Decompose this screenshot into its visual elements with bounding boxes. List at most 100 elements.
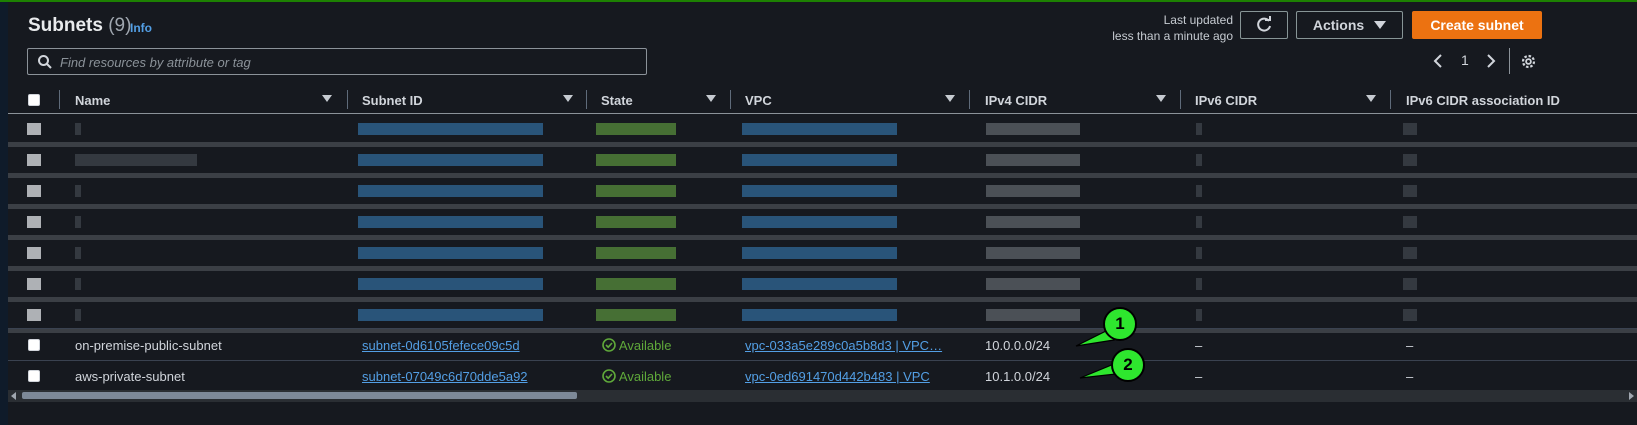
scroll-left-icon[interactable] bbox=[11, 392, 16, 400]
redacted-block bbox=[986, 216, 1080, 228]
col-separator bbox=[969, 90, 970, 109]
redacted-block bbox=[596, 278, 676, 290]
sort-ipv6-icon[interactable] bbox=[1366, 95, 1376, 102]
redacted-block bbox=[358, 309, 543, 321]
create-subnet-button[interactable]: Create subnet bbox=[1412, 11, 1542, 39]
redacted-block bbox=[1196, 278, 1202, 290]
redacted-block bbox=[742, 154, 897, 166]
settings-gear-icon[interactable] bbox=[1520, 53, 1537, 70]
redacted-block bbox=[596, 185, 676, 197]
column-ipv6-cidr[interactable]: IPv6 CIDR bbox=[1195, 93, 1257, 108]
check-circle-icon bbox=[602, 369, 616, 383]
info-link[interactable]: Info bbox=[130, 21, 152, 35]
current-page[interactable]: 1 bbox=[1461, 52, 1469, 68]
redacted-block bbox=[27, 309, 41, 321]
sort-ipv4-icon[interactable] bbox=[1156, 95, 1166, 102]
redacted-block bbox=[596, 216, 676, 228]
redacted-block bbox=[75, 247, 81, 259]
previous-page-icon[interactable] bbox=[1432, 53, 1444, 69]
redacted-block bbox=[27, 185, 41, 197]
caret-down-icon bbox=[1374, 21, 1387, 29]
col-separator bbox=[1180, 90, 1181, 109]
sort-vpc-icon[interactable] bbox=[945, 95, 955, 102]
redacted-block bbox=[358, 123, 543, 135]
col-separator bbox=[347, 90, 348, 109]
row-checkbox[interactable] bbox=[28, 339, 40, 351]
redacted-block bbox=[1196, 247, 1202, 259]
redacted-block bbox=[358, 185, 543, 197]
redacted-row bbox=[0, 273, 1637, 302]
search-input[interactable]: Find resources by attribute or tag bbox=[27, 48, 647, 75]
column-ipv4-cidr[interactable]: IPv4 CIDR bbox=[985, 93, 1047, 108]
redacted-block bbox=[358, 154, 543, 166]
last-updated-label: Last updated bbox=[1163, 13, 1233, 27]
ipv6-association: – bbox=[1406, 338, 1414, 353]
subnet-id-link[interactable]: subnet-0d6105fefece09c5d bbox=[362, 338, 520, 353]
callout-1: 1 bbox=[1103, 307, 1137, 341]
pager-divider bbox=[1509, 48, 1510, 74]
row-divider bbox=[8, 328, 1637, 329]
redacted-block bbox=[742, 309, 897, 321]
scroll-right-icon[interactable] bbox=[1629, 392, 1634, 400]
sort-state-icon[interactable] bbox=[706, 95, 716, 102]
redacted-block bbox=[75, 123, 81, 135]
column-name[interactable]: Name bbox=[75, 93, 110, 108]
subnet-id-link[interactable]: subnet-07049c6d70dde5a92 bbox=[362, 369, 528, 384]
row-divider bbox=[8, 235, 1637, 240]
col-separator bbox=[730, 90, 731, 109]
redacted-block bbox=[27, 154, 41, 166]
callout-2: 2 bbox=[1111, 348, 1145, 382]
next-page-icon[interactable] bbox=[1485, 53, 1497, 69]
ipv6-association: – bbox=[1406, 369, 1414, 384]
redacted-block bbox=[742, 247, 897, 259]
redacted-row bbox=[0, 118, 1637, 147]
redacted-block bbox=[27, 247, 41, 259]
table-row[interactable]: aws-private-subnet subnet-07049c6d70dde5… bbox=[8, 361, 1637, 391]
redacted-row bbox=[0, 211, 1637, 240]
column-ipv6-association[interactable]: IPv6 CIDR association ID bbox=[1406, 93, 1560, 108]
vpc-link[interactable]: vpc-0ed691470d442b483 | VPC bbox=[745, 369, 930, 384]
horizontal-scrollbar[interactable] bbox=[8, 390, 1637, 402]
state-badge: Available bbox=[602, 369, 671, 384]
column-vpc[interactable]: VPC bbox=[745, 93, 772, 108]
redacted-block bbox=[742, 185, 897, 197]
column-state[interactable]: State bbox=[601, 93, 633, 108]
col-separator bbox=[59, 90, 60, 109]
redacted-block bbox=[596, 123, 676, 135]
sort-name-icon[interactable] bbox=[322, 95, 332, 102]
redacted-block bbox=[1196, 309, 1202, 321]
row-divider bbox=[8, 173, 1637, 178]
redacted-row bbox=[0, 242, 1637, 271]
sort-subnet-id-icon[interactable] bbox=[563, 95, 573, 102]
check-circle-icon bbox=[602, 338, 616, 352]
redacted-block bbox=[75, 309, 81, 321]
page-title: Subnets (9) bbox=[28, 15, 131, 37]
ipv4-cidr: 10.1.0.0/24 bbox=[985, 369, 1051, 384]
ipv6-cidr: – bbox=[1195, 369, 1203, 384]
scrollbar-thumb[interactable] bbox=[22, 392, 577, 399]
redacted-row bbox=[0, 149, 1637, 178]
redacted-block bbox=[986, 185, 1080, 197]
vpc-link[interactable]: vpc-033a5e289c0a5b8d3 | VPC… bbox=[745, 338, 942, 353]
search-icon bbox=[38, 55, 52, 69]
redacted-block bbox=[1196, 216, 1202, 228]
row-divider bbox=[8, 204, 1637, 209]
subnet-name: on-premise-public-subnet bbox=[75, 338, 222, 353]
redacted-block bbox=[596, 154, 676, 166]
row-checkbox[interactable] bbox=[28, 370, 40, 382]
table-row[interactable]: on-premise-public-subnet subnet-0d6105fe… bbox=[8, 330, 1637, 360]
redacted-block bbox=[1196, 123, 1202, 135]
redacted-block bbox=[358, 247, 543, 259]
redacted-block bbox=[1403, 309, 1417, 321]
actions-button[interactable]: Actions bbox=[1296, 11, 1403, 39]
column-subnet-id[interactable]: Subnet ID bbox=[362, 93, 423, 108]
redacted-block bbox=[358, 278, 543, 290]
row-divider bbox=[8, 266, 1637, 271]
redacted-block bbox=[986, 123, 1080, 135]
redacted-block bbox=[75, 278, 81, 290]
select-all-checkbox[interactable] bbox=[28, 94, 40, 106]
redacted-block bbox=[1196, 185, 1202, 197]
redacted-block bbox=[742, 123, 897, 135]
redacted-block bbox=[27, 278, 41, 290]
refresh-button[interactable] bbox=[1240, 11, 1288, 39]
